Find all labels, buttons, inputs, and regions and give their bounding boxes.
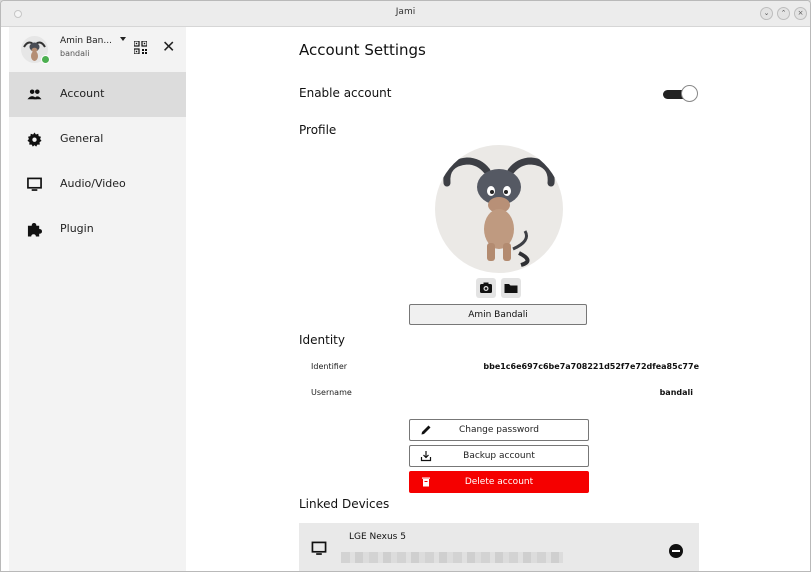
- username-label: Username: [311, 388, 352, 397]
- identity-heading: Identity: [299, 333, 345, 347]
- delete-account-button[interactable]: Delete account: [409, 471, 589, 493]
- button-label: Change password: [458, 425, 540, 435]
- linked-device-row: LGE Nexus 5: [299, 523, 699, 571]
- remove-device-button[interactable]: [669, 544, 683, 558]
- backup-account-button[interactable]: Backup account: [409, 445, 589, 467]
- account-display-name: Amin Ban...: [60, 36, 112, 46]
- monitor-icon: [311, 541, 327, 555]
- minimize-icon[interactable]: ⌄: [760, 7, 773, 20]
- display-name-input[interactable]: Amin Bandali: [409, 304, 587, 325]
- qr-code-icon[interactable]: [134, 41, 147, 54]
- sidebar-item-plugin[interactable]: Plugin: [9, 207, 186, 252]
- close-settings-icon[interactable]: ✕: [162, 39, 175, 55]
- jami-window: Jami ⌄ ⌃ × Amin Ban... bandali ✕ Account…: [0, 0, 811, 572]
- camera-icon: [480, 282, 492, 293]
- sidebar-item-general[interactable]: General: [9, 117, 186, 162]
- device-id-redacted: [341, 552, 563, 563]
- enable-account-toggle[interactable]: [661, 85, 699, 103]
- chevron-down-icon[interactable]: [120, 37, 126, 41]
- sidebar-item-label: Plugin: [60, 222, 94, 235]
- sidebar-item-label: General: [60, 132, 104, 145]
- button-label: Backup account: [463, 451, 535, 461]
- people-icon: [27, 89, 42, 100]
- import-photo-button[interactable]: [501, 278, 521, 298]
- monitor-icon: [27, 177, 42, 191]
- settings-sidebar: Amin Ban... bandali ✕ Account General Au…: [9, 27, 186, 571]
- enable-account-label: Enable account: [299, 86, 392, 100]
- device-name: LGE Nexus 5: [349, 532, 406, 542]
- sidebar-item-label: Audio/Video: [60, 177, 126, 190]
- sidebar-item-account[interactable]: Account: [9, 72, 186, 117]
- change-password-button[interactable]: Change password: [409, 419, 589, 441]
- account-selector[interactable]: Amin Ban... bandali ✕: [9, 27, 186, 71]
- presence-indicator: [41, 55, 50, 64]
- maximize-icon[interactable]: ⌃: [777, 7, 790, 20]
- button-label: Delete account: [464, 477, 534, 487]
- account-settings-panel: Account Settings Enable account Profile: [187, 27, 810, 571]
- linked-devices-heading: Linked Devices: [299, 497, 390, 511]
- sidebar-item-label: Account: [60, 87, 105, 100]
- window-title: Jami: [395, 7, 416, 17]
- identifier-label: Identifier: [311, 362, 348, 371]
- page-title: Account Settings: [299, 41, 426, 59]
- profile-avatar: [435, 145, 563, 273]
- close-window-icon[interactable]: ×: [794, 7, 807, 20]
- profile-heading: Profile: [299, 123, 337, 137]
- gear-icon: [27, 132, 42, 147]
- username-value: bandali: [659, 388, 693, 397]
- take-photo-button[interactable]: [476, 278, 496, 298]
- puzzle-icon: [27, 222, 42, 237]
- folder-icon: [504, 284, 518, 293]
- toggle-knob: [681, 85, 698, 102]
- identifier-value: bbe1c6e697c6be7a708221d52f7e72dfea85c77e: [483, 362, 699, 371]
- account-username: bandali: [60, 49, 90, 58]
- title-bar: Jami ⌄ ⌃ ×: [1, 1, 810, 27]
- sidebar-item-audio-video[interactable]: Audio/Video: [9, 162, 186, 207]
